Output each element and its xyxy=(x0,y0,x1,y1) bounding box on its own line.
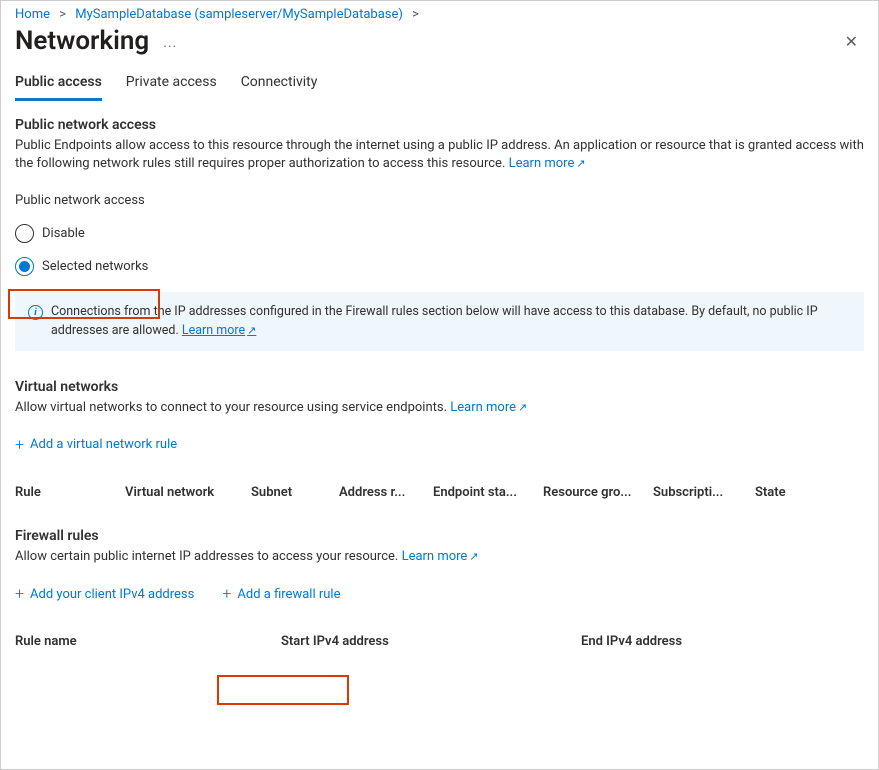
virtual-networks-heading: Virtual networks xyxy=(15,379,864,395)
col-endpoint-status[interactable]: Endpoint sta... xyxy=(433,485,543,500)
virtual-networks-description: Allow virtual networks to connect to you… xyxy=(15,399,864,417)
firewall-rules-columns: Rule name Start IPv4 address End IPv4 ad… xyxy=(15,634,864,649)
radio-icon xyxy=(15,224,34,243)
firewall-rules-heading: Firewall rules xyxy=(15,528,864,544)
radio-selected-networks[interactable]: Selected networks xyxy=(15,255,864,278)
more-icon[interactable]: ··· xyxy=(149,39,177,55)
callout-learn-more-link[interactable]: Learn more↗ xyxy=(182,323,256,338)
page-header: Networking ··· ✕ xyxy=(1,22,878,66)
tab-connectivity[interactable]: Connectivity xyxy=(241,66,318,100)
public-access-field-label: Public network access xyxy=(15,193,864,208)
plus-icon: + xyxy=(15,437,24,453)
highlight-add-firewall-rule xyxy=(217,675,349,705)
public-access-radio-group: Disable Selected networks xyxy=(15,222,864,278)
plus-icon: + xyxy=(15,586,24,602)
col-resource-group[interactable]: Resource gro... xyxy=(543,485,653,500)
public-access-description: Public Endpoints allow access to this re… xyxy=(15,137,864,173)
callout-text: Connections from the IP addresses config… xyxy=(51,304,818,337)
external-link-icon: ↗ xyxy=(574,157,585,170)
selected-networks-callout: i Connections from the IP addresses conf… xyxy=(15,292,864,350)
add-virtual-network-rule-button[interactable]: + Add a virtual network rule xyxy=(15,433,183,457)
col-end-ip[interactable]: End IPv4 address xyxy=(581,634,781,649)
breadcrumb-resource[interactable]: MySampleDatabase (sampleserver/MySampleD… xyxy=(75,7,403,22)
chevron-right-icon: > xyxy=(53,7,72,22)
info-icon: i xyxy=(28,305,43,320)
plus-icon: + xyxy=(222,586,231,602)
virtual-networks-columns: Rule Virtual network Subnet Address r...… xyxy=(15,485,864,500)
radio-icon xyxy=(15,257,34,276)
radio-disable[interactable]: Disable xyxy=(15,222,864,245)
col-start-ip[interactable]: Start IPv4 address xyxy=(281,634,581,649)
breadcrumb-home[interactable]: Home xyxy=(15,7,50,22)
col-subnet[interactable]: Subnet xyxy=(251,485,339,500)
col-address-range[interactable]: Address r... xyxy=(339,485,433,500)
public-access-learn-more-link[interactable]: Learn more↗ xyxy=(509,156,586,171)
radio-disable-label: Disable xyxy=(42,226,85,241)
external-link-icon: ↗ xyxy=(467,550,478,563)
radio-selected-networks-label: Selected networks xyxy=(42,259,148,274)
tab-strip: Public access Private access Connectivit… xyxy=(1,66,878,101)
virtual-networks-learn-more-link[interactable]: Learn more↗ xyxy=(450,400,527,415)
chevron-right-icon: > xyxy=(406,7,425,22)
col-rule-name[interactable]: Rule name xyxy=(15,634,281,649)
firewall-rules-description: Allow certain public internet IP address… xyxy=(15,548,864,566)
col-virtual-network[interactable]: Virtual network xyxy=(125,485,251,500)
external-link-icon: ↗ xyxy=(516,401,527,414)
add-client-ip-button[interactable]: + Add your client IPv4 address xyxy=(15,582,200,606)
add-firewall-rule-button[interactable]: + Add a firewall rule xyxy=(222,582,346,606)
col-rule[interactable]: Rule xyxy=(15,485,125,500)
tab-public-access[interactable]: Public access xyxy=(15,66,102,100)
firewall-rules-learn-more-link[interactable]: Learn more↗ xyxy=(402,549,479,564)
page-title: Networking xyxy=(15,26,149,56)
col-subscription[interactable]: Subscripti... xyxy=(653,485,755,500)
close-icon[interactable]: ✕ xyxy=(839,28,864,55)
external-link-icon: ↗ xyxy=(245,324,256,337)
breadcrumb: Home > MySampleDatabase (sampleserver/My… xyxy=(1,1,878,22)
col-state[interactable]: State xyxy=(755,485,825,500)
tab-private-access[interactable]: Private access xyxy=(126,66,217,100)
public-access-heading: Public network access xyxy=(15,117,864,133)
